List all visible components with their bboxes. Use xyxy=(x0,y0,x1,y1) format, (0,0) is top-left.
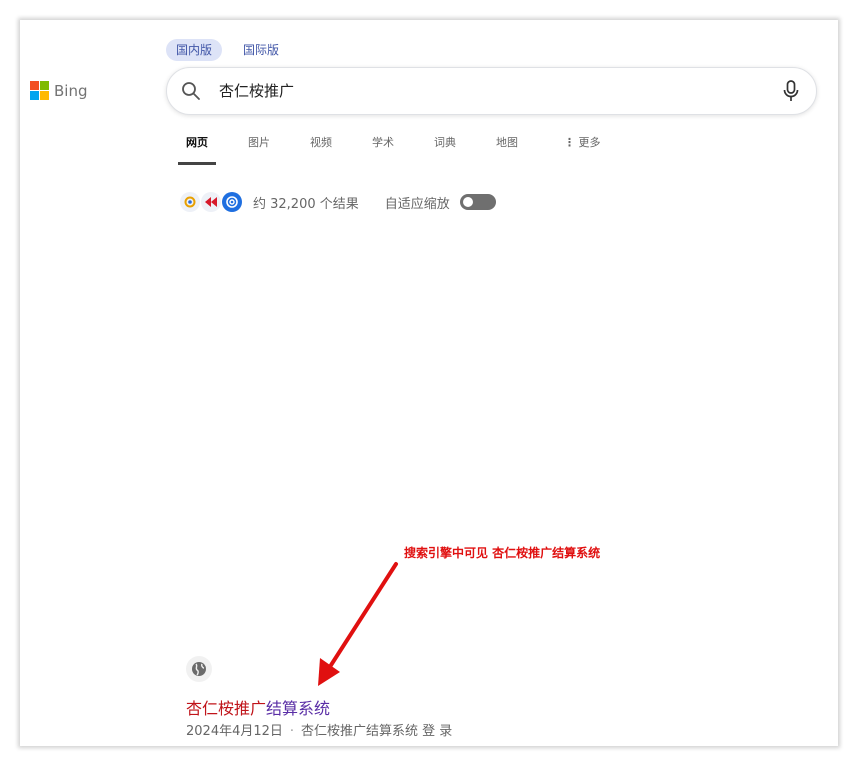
result-title-link[interactable]: 杏仁桉推广结算系统 xyxy=(186,695,330,719)
tab-academic[interactable]: 学术 xyxy=(372,128,394,162)
globe-icon xyxy=(186,656,212,682)
results-info: 约 32,200 个结果 自适应缩放 xyxy=(180,190,496,214)
bing-logo[interactable]: Bing xyxy=(30,81,88,100)
result-snippet: 杏仁桉推广结算系统 登 录 xyxy=(301,724,453,739)
search-input[interactable]: 杏仁桉推广 xyxy=(219,68,294,114)
tab-images[interactable]: 图片 xyxy=(248,128,270,162)
region-domestic-tab[interactable]: 国内版 xyxy=(166,39,223,61)
annotation-text: 搜索引擎中可见 杏仁桉推广结算系统 xyxy=(404,546,601,560)
microphone-icon[interactable] xyxy=(782,80,800,102)
tab-maps[interactable]: 地图 xyxy=(496,128,518,162)
adaptive-zoom-toggle[interactable] xyxy=(459,194,496,210)
result-meta: 2024年4月12日 · 杏仁桉推广结算系统 登 录 xyxy=(186,720,452,739)
region-international-tab[interactable]: 国际版 xyxy=(233,39,289,61)
microsoft-logo-icon xyxy=(30,81,49,100)
source-circle-icon xyxy=(180,192,200,212)
tab-web[interactable]: 网页 xyxy=(178,128,216,165)
tab-more-label: 更多 xyxy=(578,136,601,149)
tab-more[interactable]: ⋮ 更多 xyxy=(564,128,601,162)
logo-text: Bing xyxy=(54,81,88,100)
result-count: 约 32,200 个结果 xyxy=(253,196,359,212)
more-dots-icon: ⋮ xyxy=(564,136,575,149)
source-rewind-icon xyxy=(201,192,221,212)
source-at-icon xyxy=(222,192,242,212)
tab-videos[interactable]: 视频 xyxy=(310,128,332,162)
search-box[interactable]: 杏仁桉推广 xyxy=(166,67,817,115)
result-date: 2024年4月12日 xyxy=(186,724,283,739)
red-arrow-icon xyxy=(318,562,398,686)
browser-page: Bing 国内版 国际版 杏仁桉推广 网页 图片 视频 学术 词典 地图 ⋮ 更… xyxy=(20,20,838,746)
result-title-rest: 结算系统 xyxy=(266,699,331,718)
result-separator: · xyxy=(289,724,295,739)
source-icons xyxy=(180,192,243,212)
adaptive-zoom-label: 自适应缩放 xyxy=(384,196,450,212)
tab-dictionary[interactable]: 词典 xyxy=(434,128,456,162)
search-icon[interactable] xyxy=(181,81,201,101)
result-title-highlight: 杏仁桉推广 xyxy=(186,699,267,718)
